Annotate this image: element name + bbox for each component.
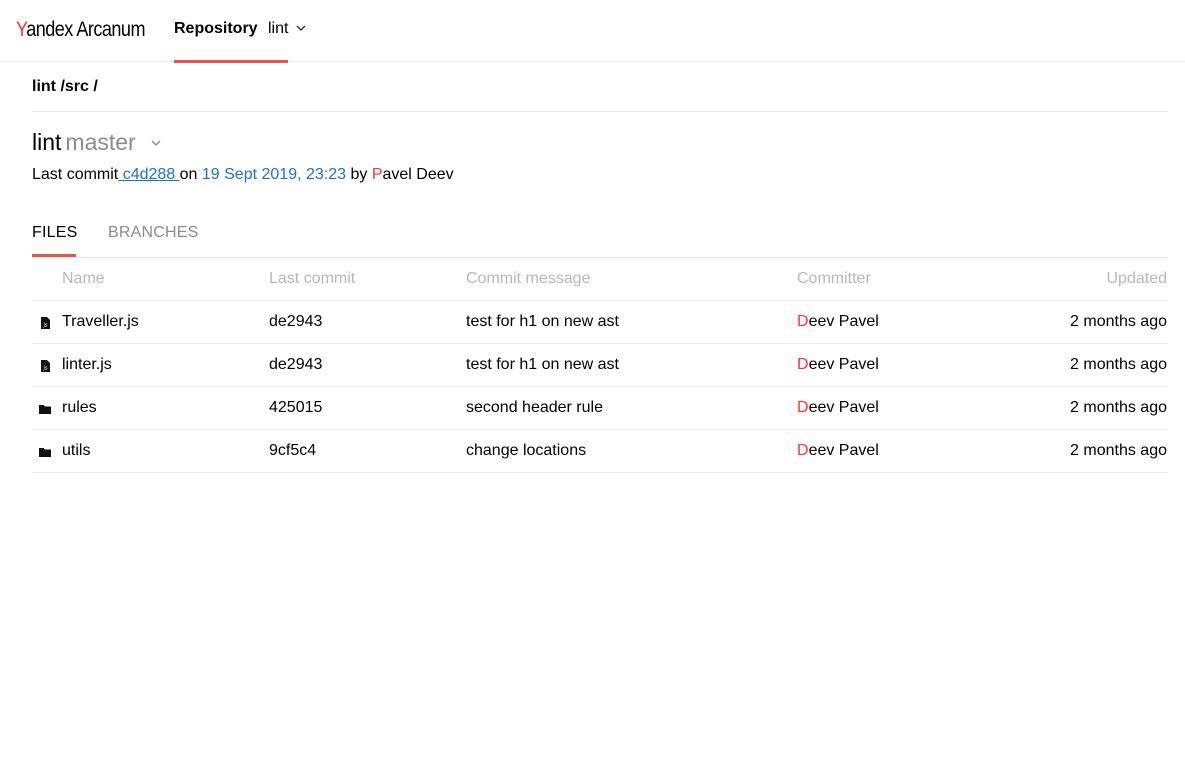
content-tabs: FILES BRANCHES [32, 222, 1168, 258]
committer-name: eev Pavel [808, 313, 879, 330]
files-table: Name Last commit Commit message Committe… [32, 258, 1168, 473]
author-initial[interactable]: P [372, 166, 383, 183]
last-commit-on: on [179, 166, 202, 183]
table-row[interactable]: rules 425015 second header rule Deev Pav… [32, 387, 1168, 430]
js-file-icon: js [41, 360, 50, 372]
logo-letter: Y [16, 18, 27, 41]
commit-message: test for h1 on new ast [466, 356, 619, 373]
updated-time: 2 months ago [1070, 313, 1167, 330]
table-row[interactable]: js linter.js de2943 test for h1 on new a… [32, 344, 1168, 387]
last-commit-by: by [346, 166, 372, 183]
repo-title: lint master [32, 129, 161, 156]
committer-name: eev Pavel [808, 356, 879, 373]
file-name-link[interactable]: Traveller.js [62, 313, 139, 331]
active-tab-indicator [174, 60, 288, 63]
updated-time: 2 months ago [1070, 356, 1167, 373]
tab-branches[interactable]: BRANCHES [108, 224, 199, 242]
files-tab-indicator [32, 254, 76, 257]
branch-chevron-down-icon[interactable] [150, 137, 162, 149]
folder-icon [39, 405, 51, 414]
commit-hash-link[interactable]: 425015 [269, 399, 322, 417]
committer-initial: D [797, 313, 809, 330]
breadcrumb-src[interactable]: /src [56, 78, 88, 95]
repository-nav-tab[interactable]: Repository lint [174, 0, 306, 63]
branch-selector[interactable]: master [65, 129, 135, 155]
committer-link[interactable]: Deev Pavel [797, 356, 879, 374]
svg-text:js: js [43, 323, 48, 329]
header-name: Name [62, 270, 105, 287]
committer-name: eev Pavel [808, 442, 879, 459]
committer-link[interactable]: Deev Pavel [797, 442, 879, 460]
updated-time: 2 months ago [1070, 442, 1167, 459]
repo-name: lint [32, 129, 62, 155]
header-commit-message: Commit message [466, 270, 591, 287]
last-commit-info: Last commit c4d288 on 19 Sept 2019, 23:2… [32, 166, 454, 184]
header-last-commit: Last commit [269, 270, 356, 287]
tab-files[interactable]: FILES [32, 224, 77, 242]
folder-name-link[interactable]: utils [62, 442, 90, 460]
commit-message: change locations [466, 442, 587, 459]
committer-link[interactable]: Deev Pavel [797, 313, 879, 331]
updated-time: 2 months ago [1070, 399, 1167, 416]
file-name-link[interactable]: linter.js [62, 356, 112, 374]
committer-initial: D [797, 442, 809, 459]
table-row[interactable]: js Traveller.js de2943 test for h1 on ne… [32, 301, 1168, 344]
table-row[interactable]: utils 9cf5c4 change locations Deev Pavel… [32, 430, 1168, 473]
breadcrumb-separator: / [88, 78, 98, 95]
js-file-icon: js [41, 317, 50, 329]
table-header: Name Last commit Commit message Committe… [32, 258, 1168, 301]
commit-message: second header rule [466, 399, 603, 416]
commit-hash-link[interactable]: 9cf5c4 [269, 442, 316, 460]
breadcrumb-lint[interactable]: lint [32, 78, 56, 95]
committer-initial: D [797, 399, 809, 416]
header-updated: Updated [1106, 270, 1168, 287]
folder-name-link[interactable]: rules [62, 399, 97, 417]
logo-text: andex Arcanum [26, 18, 145, 41]
repository-selector-value[interactable]: lint [268, 20, 288, 38]
yandex-arcanum-logo[interactable]: Yandex Arcanum [16, 18, 146, 42]
committer-name: eev Pavel [808, 399, 879, 416]
header-committer: Committer [797, 270, 871, 287]
chevron-down-icon[interactable] [295, 21, 307, 35]
commit-hash-link[interactable]: de2943 [269, 356, 322, 374]
author-name[interactable]: avel Deev [382, 166, 453, 183]
last-commit-hash-link[interactable]: c4d288 [118, 166, 179, 183]
committer-initial: D [797, 356, 809, 373]
svg-text:js: js [43, 366, 48, 372]
last-commit-date-link[interactable]: 19 Sept 2019, 23:23 [202, 166, 346, 183]
folder-icon [39, 448, 51, 457]
repository-tab-label: Repository [174, 20, 258, 37]
commit-message: test for h1 on new ast [466, 313, 619, 330]
committer-link[interactable]: Deev Pavel [797, 399, 879, 417]
commit-hash-link[interactable]: de2943 [269, 313, 322, 331]
breadcrumb: lint /src / [32, 78, 98, 96]
divider [32, 111, 1168, 112]
top-header: Yandex Arcanum Repository lint [0, 0, 1185, 63]
last-commit-prefix: Last commit [32, 166, 119, 183]
